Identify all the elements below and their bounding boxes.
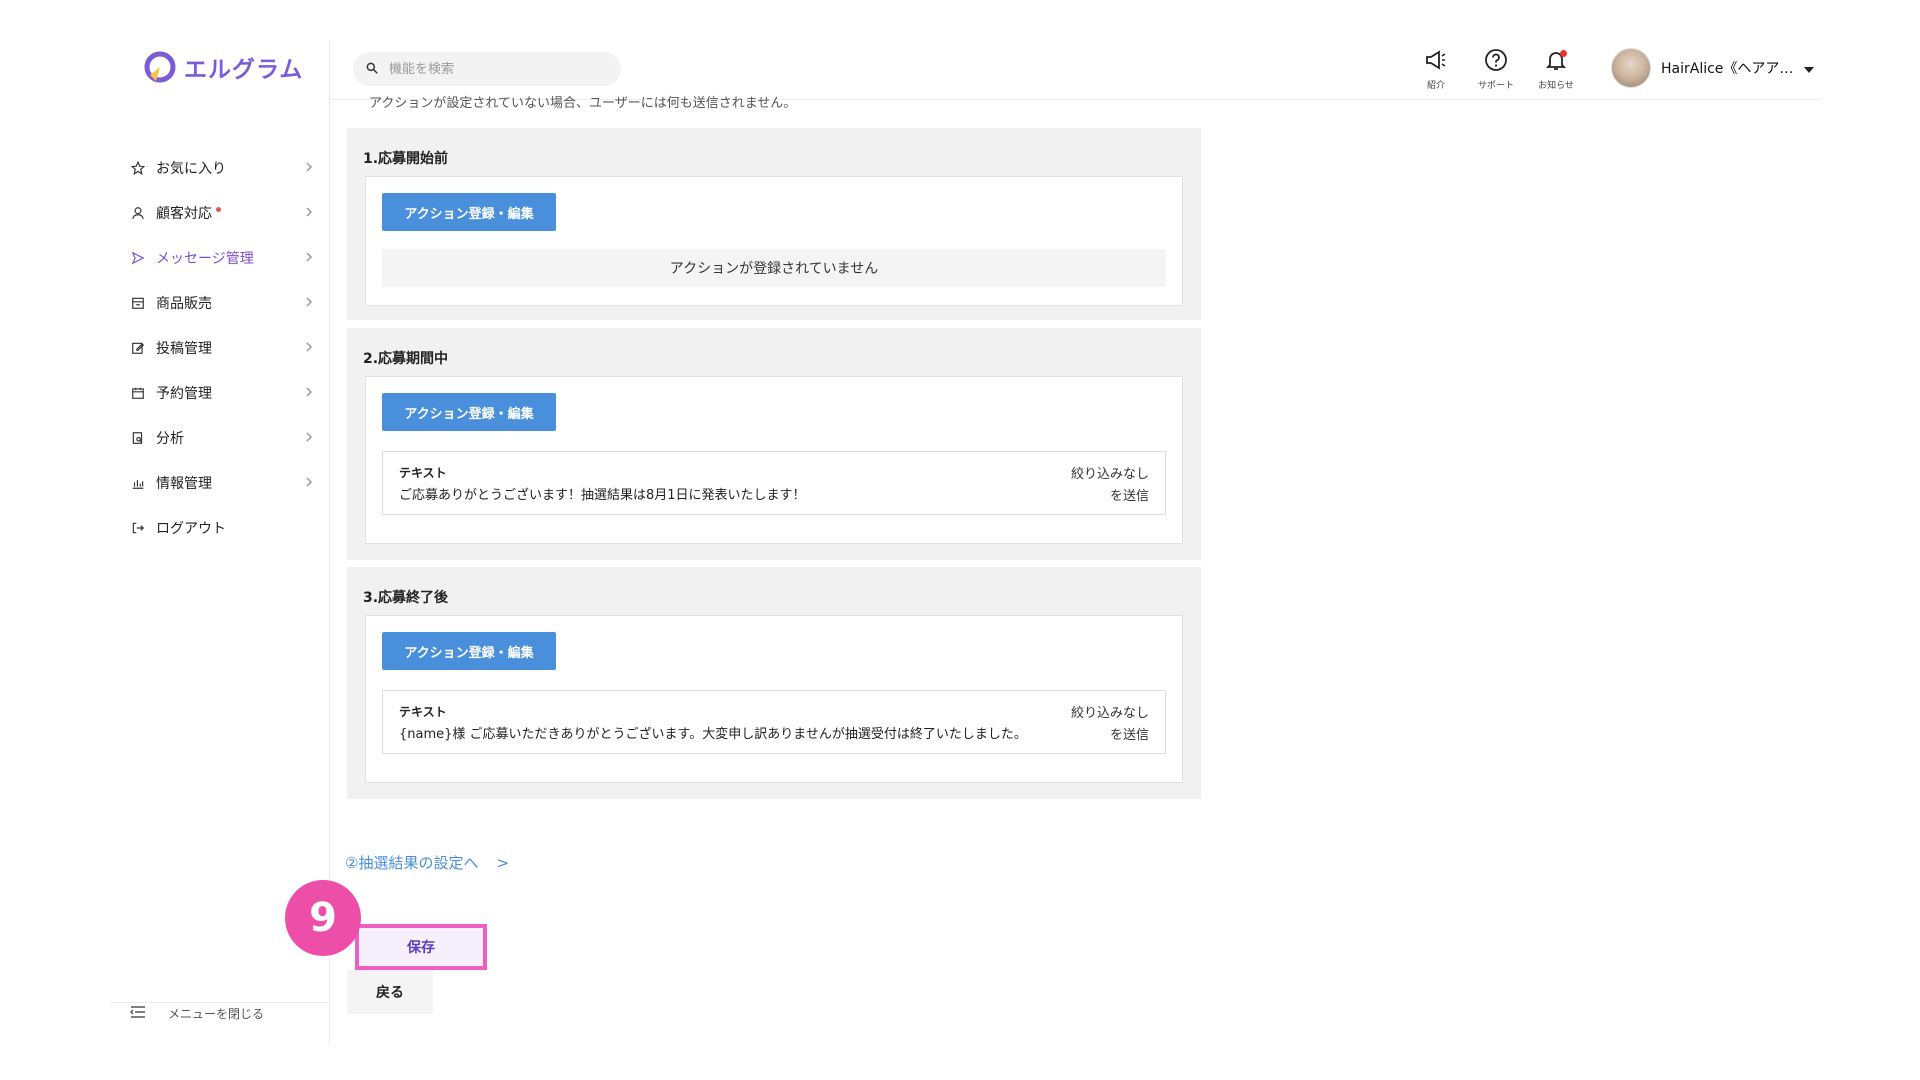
chevron-right-icon [302, 160, 316, 174]
search-icon [365, 60, 379, 79]
app-logo[interactable]: エルグラム [144, 50, 303, 84]
sidebar-item-label: お気に入り [156, 160, 226, 177]
sidebar-item-label: 分析 [156, 430, 184, 447]
edit-icon [130, 340, 146, 356]
avatar [1611, 48, 1651, 88]
filter-line: を送信 [1109, 728, 1149, 743]
sidebar-item-customer[interactable]: 顧客対応 [110, 190, 330, 235]
send-icon [130, 250, 146, 266]
section-panel: アクション登録・編集 テキスト {name}様 ご応募いただきありがとうございま… [365, 615, 1183, 783]
back-button[interactable]: 戻る [347, 970, 433, 1014]
sidebar-item-info[interactable]: 情報管理 [110, 460, 330, 505]
user-menu[interactable]: HairAlice《ヘアア… [1611, 48, 1815, 88]
sidebar-item-label: 顧客対応 [156, 205, 212, 222]
notifications-label: お知らせ [1538, 81, 1574, 91]
support-button[interactable]: サポート [1471, 48, 1521, 91]
notification-dot [216, 207, 221, 212]
chevron-right-icon [302, 430, 316, 444]
sidebar-item-label: 予約管理 [156, 385, 212, 402]
star-icon [130, 160, 146, 176]
logo-text: エルグラム [184, 57, 304, 83]
intro-button[interactable]: 紹介 [1411, 48, 1461, 91]
store-icon [130, 295, 146, 311]
sidebar-item-label: ログアウト [156, 520, 226, 537]
help-icon [1484, 48, 1508, 76]
top-header: 紹介 サポート お知らせ HairAlice《ヘアア… [331, 40, 1821, 100]
bar-chart-icon [130, 475, 146, 491]
message-card[interactable]: テキスト {name}様 ご応募いただきありがとうございます。大変申し訳ありませ… [382, 690, 1166, 754]
sidebar-item-favorites[interactable]: お気に入り [110, 145, 330, 190]
next-step-label: ②抽選結果の設定へ [345, 854, 479, 872]
action-edit-button[interactable]: アクション登録・編集 [382, 632, 556, 670]
message-filter: 絞り込みなし を送信 [1071, 703, 1149, 747]
section-panel: アクション登録・編集 アクションが登録されていません [365, 176, 1183, 306]
sidebar-item-label: メッセージ管理 [156, 250, 254, 267]
close-menu-label: メニューを閉じる [168, 1007, 265, 1021]
report-icon [130, 430, 146, 446]
action-note-text: アクションが設定されていない場合、ユーザーには何も送信されません。 [369, 96, 797, 111]
main-content: アクションが設定されていない場合、ユーザーには何も送信されません。 1.応募開始… [331, 96, 1821, 1045]
message-card[interactable]: テキスト ご応募ありがとうございます！抽選結果は8月1日に発表いたします！ 絞り… [382, 451, 1166, 515]
empty-actions-message: アクションが登録されていません [382, 249, 1166, 287]
filter-line: 絞り込みなし [1070, 467, 1149, 482]
message-text: ご応募ありがとうございます！抽選結果は8月1日に発表いたします！ [399, 488, 806, 503]
intro-label: 紹介 [1426, 81, 1445, 91]
chevron-right-icon [302, 475, 316, 489]
user-icon [130, 205, 146, 221]
next-step-link[interactable]: ②抽選結果の設定へ > [345, 852, 509, 873]
support-label: サポート [1477, 81, 1514, 91]
filter-line: 絞り込みなし [1070, 706, 1149, 721]
chevron-right-icon [302, 340, 316, 354]
notifications-button[interactable]: お知らせ [1531, 48, 1581, 91]
megaphone-icon [1424, 48, 1448, 76]
sidebar-item-analytics[interactable]: 分析 [110, 415, 330, 460]
message-text: {name}様 ご応募いただきありがとうございます。大変申し訳ありませんが抽選受… [399, 727, 1027, 742]
sidebar-item-sales[interactable]: 商品販売 [110, 280, 330, 325]
section-title: 3.応募終了後 [363, 590, 449, 606]
close-menu-button[interactable]: メニューを閉じる [129, 1005, 265, 1022]
logout-icon [130, 520, 146, 536]
step-number-badge: 9 [285, 880, 361, 956]
message-type: テキスト [399, 705, 447, 719]
section-title: 2.応募期間中 [363, 351, 449, 367]
section-during-application: 2.応募期間中 アクション登録・編集 テキスト ご応募ありがとうございます！抽選… [347, 328, 1201, 560]
chevron-right-icon [302, 250, 316, 264]
sidebar-item-posts[interactable]: 投稿管理 [110, 325, 330, 370]
section-panel: アクション登録・編集 テキスト ご応募ありがとうございます！抽選結果は8月1日に… [365, 376, 1183, 544]
search-box[interactable] [353, 52, 621, 86]
search-input[interactable] [389, 61, 609, 77]
calendar-icon [130, 385, 146, 401]
section-title: 1.応募開始前 [363, 151, 449, 167]
logo-mark-icon [144, 51, 176, 83]
action-edit-button[interactable]: アクション登録・編集 [382, 193, 556, 231]
section-before-application: 1.応募開始前 アクション登録・編集 アクションが登録されていません [347, 128, 1201, 320]
chevron-right-icon: > [496, 853, 510, 872]
save-button[interactable]: 保存 [355, 924, 487, 970]
sidebar-item-reservation[interactable]: 予約管理 [110, 370, 330, 415]
sidebar-item-logout[interactable]: ログアウト [110, 505, 330, 550]
sidebar-item-label: 情報管理 [156, 475, 212, 492]
filter-line: を送信 [1109, 489, 1149, 504]
sidebar-item-message[interactable]: メッセージ管理 [110, 235, 330, 280]
sidebar-item-label: 投稿管理 [156, 340, 212, 357]
sidebar-item-label: 商品販売 [156, 295, 212, 312]
sidebar-divider [110, 1002, 330, 1003]
chevron-right-icon [302, 295, 316, 309]
notification-badge [1560, 50, 1567, 57]
sidebar-nav: お気に入り 顧客対応 メッセージ管理 商品販売 投稿管理 予約管理 分析 情報管… [110, 145, 330, 550]
menu-collapse-icon [129, 1005, 146, 1022]
chevron-right-icon [302, 385, 316, 399]
user-name: HairAlice《ヘアア… [1661, 61, 1794, 77]
message-filter: 絞り込みなし を送信 [1071, 464, 1149, 508]
section-after-application: 3.応募終了後 アクション登録・編集 テキスト {name}様 ご応募いただきあ… [347, 567, 1201, 799]
message-type: テキスト [399, 466, 447, 480]
caret-down-icon [1803, 59, 1815, 78]
chevron-right-icon [302, 205, 316, 219]
action-edit-button[interactable]: アクション登録・編集 [382, 393, 556, 431]
